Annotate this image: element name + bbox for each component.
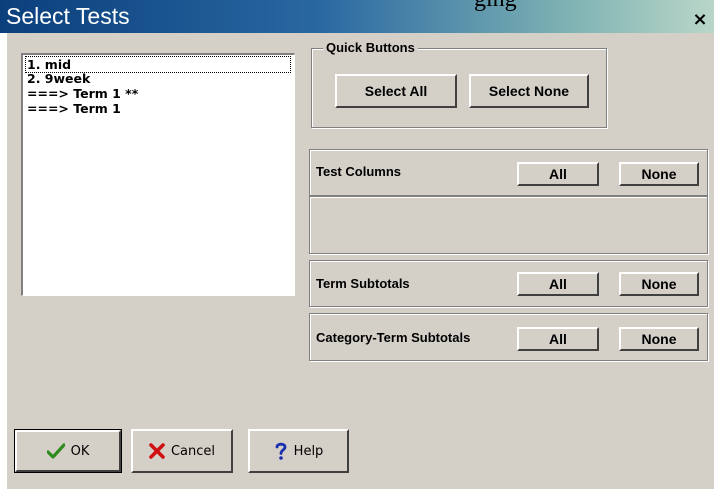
quick-buttons-label: Quick Buttons xyxy=(323,40,418,55)
category-term-subtotals-label: Category-Term Subtotals xyxy=(316,330,471,345)
test-columns-area xyxy=(309,196,708,254)
checkmark-icon xyxy=(46,443,65,459)
category-term-subtotals-all-button[interactable]: All xyxy=(517,327,599,351)
test-columns-all-button[interactable]: All xyxy=(517,162,599,186)
list-item[interactable]: ===> Term 1 xyxy=(25,101,121,116)
test-columns-label: Test Columns xyxy=(316,164,401,179)
list-item[interactable]: 2. 9week xyxy=(25,71,90,86)
x-icon xyxy=(149,443,165,459)
help-label: Help xyxy=(293,443,324,459)
background-window-text: ging xyxy=(474,0,517,13)
title-bar[interactable]: ging Select Tests × xyxy=(0,0,714,33)
question-icon xyxy=(275,442,287,460)
test-list[interactable]: 1. mid 2. 9week ===> Term 1 ** ===> Term… xyxy=(21,53,295,296)
term-subtotals-all-button[interactable]: All xyxy=(517,272,599,296)
help-button[interactable]: Help xyxy=(248,429,349,473)
ok-button-face xyxy=(15,430,121,472)
window-title: Select Tests xyxy=(6,3,130,29)
term-subtotals-none-button[interactable]: None xyxy=(619,272,699,296)
select-all-button[interactable]: Select All xyxy=(335,74,457,108)
select-none-button[interactable]: Select None xyxy=(469,74,589,108)
close-button[interactable]: × xyxy=(690,10,710,30)
ok-label: OK xyxy=(70,443,90,459)
cancel-label: Cancel xyxy=(170,443,216,459)
category-term-subtotals-none-button[interactable]: None xyxy=(619,327,699,351)
test-columns-none-button[interactable]: None xyxy=(619,162,699,186)
list-item[interactable]: ===> Term 1 ** xyxy=(25,86,138,101)
term-subtotals-label: Term Subtotals xyxy=(316,276,410,291)
ok-button[interactable]: OK xyxy=(14,429,122,473)
cancel-button[interactable]: Cancel xyxy=(131,429,233,473)
